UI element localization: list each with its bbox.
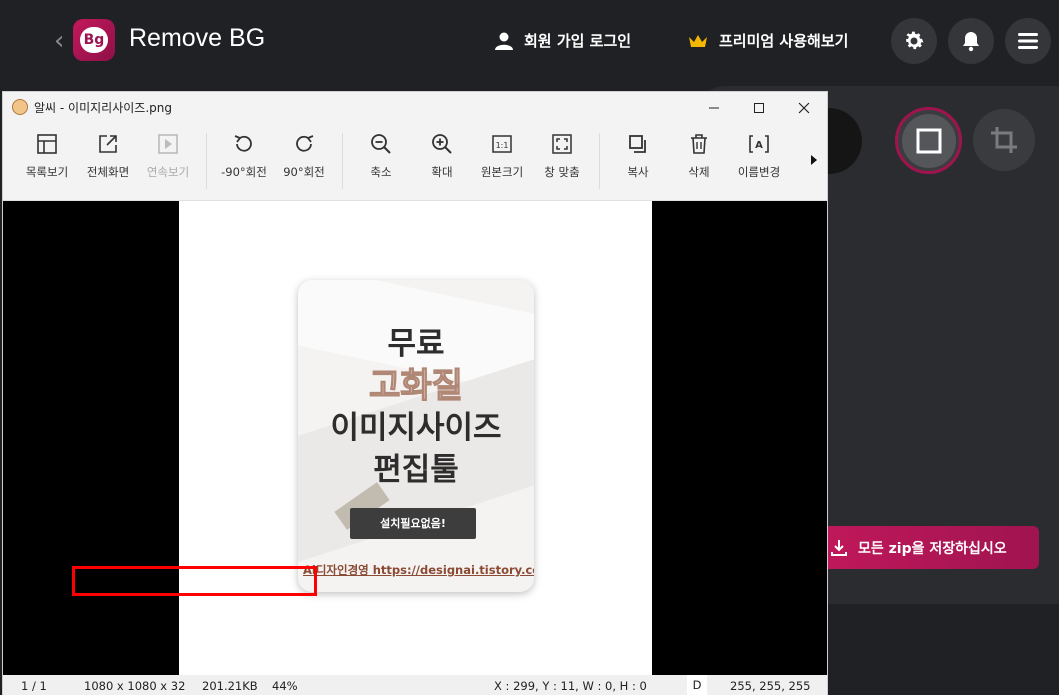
- promo-badge: 설치필요없음!: [350, 508, 476, 539]
- download-icon: [831, 539, 847, 556]
- page-indicator: 1 / 1: [21, 679, 47, 693]
- slideshow-icon: [158, 134, 178, 154]
- hamburger-menu-icon: [1018, 33, 1038, 49]
- fit-window-button[interactable]: 창 맞춤: [531, 133, 593, 189]
- fit-window-label: 창 맞춤: [544, 165, 580, 179]
- zoom-in-icon: [432, 134, 452, 154]
- original-size-button[interactable]: 1:1 원본크기: [471, 133, 533, 189]
- app-title: Remove BG: [129, 24, 266, 52]
- app-logo-text: Bg: [80, 27, 108, 53]
- minimize-icon: [709, 107, 719, 108]
- rename-button[interactable]: A 이름변경: [728, 133, 790, 189]
- toolbar-separator: [599, 133, 600, 189]
- delete-label: 삭제: [688, 165, 710, 179]
- promo-line-1: 무료: [387, 326, 445, 362]
- crop-icon: [991, 127, 1017, 153]
- rename-label: 이름변경: [737, 165, 781, 179]
- promo-line-2: 고화질: [368, 365, 463, 406]
- close-icon: [798, 102, 810, 113]
- image-viewer-window: 알씨 - 이미지리사이즈.png 목록보기 전체화면 연속보기 -90°회전 9…: [2, 91, 828, 695]
- login-label: 회원 가입 로그인: [524, 32, 632, 50]
- zoom-level: 44%: [272, 679, 298, 693]
- viewer-window-title: 알씨 - 이미지리사이즈.png: [34, 101, 172, 115]
- trash-icon: [691, 134, 707, 154]
- square-icon: [916, 128, 941, 153]
- rotate-right-button[interactable]: 90°회전: [273, 133, 335, 189]
- rotate-left-button[interactable]: -90°회전: [213, 133, 275, 189]
- svg-text:A: A: [755, 140, 763, 151]
- list-view-button[interactable]: 목록보기: [16, 133, 78, 189]
- save-zip-label: 모든 zip을 저장하십시오: [858, 540, 1007, 557]
- rotate-right-icon: [296, 135, 314, 152]
- slideshow-button[interactable]: 연속보기: [137, 133, 199, 189]
- back-chevron-icon[interactable]: ‹: [54, 26, 74, 56]
- app-header: ‹ Bg Remove BG 회원 가입 로그인 프리미엄 사용해보기: [0, 0, 1059, 84]
- image-canvas[interactable]: 무료 고화질 이미지사이즈 편집툴 설치필요없음! Ai디자인경영 https:…: [3, 201, 827, 675]
- displayed-image: 무료 고화질 이미지사이즈 편집툴 설치필요없음! Ai디자인경영 https:…: [179, 201, 652, 675]
- fullscreen-button[interactable]: 전체화면: [77, 133, 139, 189]
- save-zip-button[interactable]: 모든 zip을 저장하십시오: [808, 526, 1039, 569]
- zoom-out-button[interactable]: 축소: [350, 133, 412, 189]
- fullscreen-label: 전체화면: [86, 165, 130, 179]
- highlight-annotation: [72, 566, 317, 596]
- fullscreen-icon: [99, 135, 117, 153]
- cursor-coordinates: X : 299, Y : 11, W : 0, H : 0: [494, 679, 647, 693]
- toolbar-more-button[interactable]: [809, 153, 823, 173]
- gear-icon: [906, 31, 924, 50]
- triangle-right-icon: [811, 155, 817, 165]
- rotate-left-label: -90°회전: [221, 165, 267, 179]
- bell-icon: [963, 32, 979, 52]
- svg-text:1:1: 1:1: [496, 141, 509, 150]
- viewer-titlebar[interactable]: 알씨 - 이미지리사이즈.png: [3, 92, 827, 123]
- close-button[interactable]: [781, 92, 827, 123]
- list-view-label: 목록보기: [25, 165, 69, 179]
- promo-credit: Ai디자인경영 https://designai.tistory.com: [303, 563, 534, 577]
- premium-label: 프리미엄 사용해보기: [719, 32, 849, 50]
- crown-icon: [689, 34, 707, 47]
- display-mode[interactable]: D: [687, 675, 707, 695]
- fit-window-icon: [552, 134, 572, 154]
- premium-link[interactable]: 프리미엄 사용해보기: [687, 30, 848, 51]
- copy-icon: [629, 135, 646, 153]
- rename-icon: A: [749, 135, 769, 153]
- pixel-color: 255, 255, 255: [730, 679, 811, 693]
- maximize-icon: [754, 102, 764, 113]
- file-size: 201.21KB: [202, 679, 258, 693]
- promo-line-4: 편집툴: [373, 452, 459, 488]
- delete-button[interactable]: 삭제: [668, 133, 730, 189]
- zoom-out-icon: [371, 134, 391, 154]
- viewer-toolbar: 목록보기 전체화면 연속보기 -90°회전 90°회전 축소 확대 1:1 원본…: [3, 123, 827, 201]
- original-size-icon: 1:1: [492, 135, 512, 153]
- image-dimensions: 1080 x 1080 x 32: [84, 679, 186, 693]
- zoom-out-label: 축소: [370, 165, 392, 179]
- toolbar-separator: [342, 133, 343, 189]
- crop-option[interactable]: [973, 109, 1035, 171]
- promo-card: 무료 고화질 이미지사이즈 편집툴 설치필요없음! Ai디자인경영 https:…: [298, 280, 534, 592]
- toolbar-separator: [206, 133, 207, 189]
- original-size-label: 원본크기: [480, 165, 524, 179]
- notifications-button[interactable]: [948, 18, 994, 64]
- copy-button[interactable]: 복사: [607, 133, 669, 189]
- list-view-icon: [37, 134, 57, 154]
- alsee-app-icon: [12, 99, 28, 115]
- maximize-button[interactable]: [736, 92, 782, 123]
- copy-label: 복사: [627, 165, 649, 179]
- rotate-left-icon: [234, 135, 252, 152]
- user-icon: [495, 32, 513, 50]
- promo-line-3: 이미지사이즈: [330, 410, 502, 446]
- slideshow-label: 연속보기: [146, 165, 190, 179]
- settings-button[interactable]: [891, 18, 937, 64]
- minimize-button[interactable]: [691, 92, 737, 123]
- zoom-in-button[interactable]: 확대: [411, 133, 473, 189]
- zoom-in-label: 확대: [431, 165, 453, 179]
- login-link[interactable]: 회원 가입 로그인: [494, 30, 631, 51]
- viewer-statusbar: 1 / 1 1080 x 1080 x 32 201.21KB 44% X : …: [3, 675, 827, 695]
- original-frame-option[interactable]: [895, 107, 962, 174]
- menu-button[interactable]: [1005, 18, 1051, 64]
- rotate-right-label: 90°회전: [283, 165, 325, 179]
- app-logo[interactable]: Bg: [73, 19, 115, 61]
